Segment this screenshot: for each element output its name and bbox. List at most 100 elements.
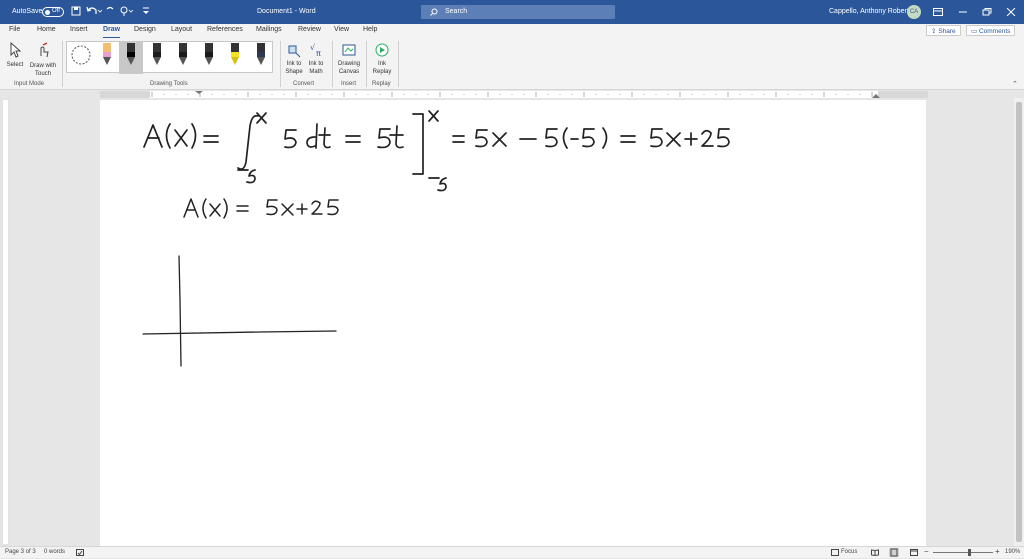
tab-insert[interactable]: Insert bbox=[70, 26, 88, 33]
tab-review[interactable]: Review bbox=[298, 26, 321, 33]
ribbon-divider bbox=[62, 41, 63, 87]
tab-file[interactable]: File bbox=[9, 26, 20, 33]
pen-gallery bbox=[66, 41, 273, 74]
vertical-ruler bbox=[3, 100, 8, 544]
restore-icon[interactable] bbox=[980, 5, 994, 19]
user-name[interactable]: Cappello, Anthony Robert bbox=[829, 8, 909, 15]
pen-gallery-svg bbox=[71, 42, 265, 74]
select-button[interactable]: Select bbox=[4, 42, 26, 68]
autosave-state: Off bbox=[52, 8, 60, 14]
document-page[interactable] bbox=[100, 100, 926, 546]
tab-home[interactable]: Home bbox=[37, 26, 56, 33]
tab-layout[interactable]: Layout bbox=[171, 26, 192, 33]
web-layout-icon[interactable] bbox=[910, 549, 918, 558]
focus-mode[interactable]: Focus bbox=[841, 549, 857, 555]
ink-shape-label-2: Shape bbox=[285, 69, 303, 75]
zoom-level[interactable]: 190% bbox=[1005, 549, 1020, 555]
ribbon-divider bbox=[280, 41, 281, 87]
ink-replay-button[interactable]: Ink Replay bbox=[369, 42, 395, 76]
save-icon[interactable] bbox=[71, 6, 81, 18]
page-count[interactable]: Page 3 of 3 bbox=[5, 549, 36, 555]
comments-label: Comments bbox=[978, 28, 1011, 35]
ribbon-tabs: File Home Insert Draw Design Layout Refe… bbox=[0, 24, 1024, 39]
zoom-slider[interactable] bbox=[933, 552, 993, 553]
minimize-icon[interactable] bbox=[956, 5, 970, 19]
customize-qat-icon[interactable] bbox=[143, 7, 149, 17]
lasso-select-icon[interactable] bbox=[71, 45, 91, 65]
select-label: Select bbox=[6, 62, 24, 68]
zoom-in-icon[interactable]: + bbox=[995, 547, 1000, 556]
status-bar: Page 3 of 3 0 words Focus − + 190% bbox=[0, 546, 1024, 558]
ink-to-math-button[interactable]: √ π Ink to Math bbox=[305, 42, 327, 76]
avatar[interactable]: CA bbox=[907, 5, 921, 19]
replay-group-label: Replay bbox=[372, 81, 391, 87]
search-placeholder: Search bbox=[445, 8, 468, 15]
right-indent-marker-icon[interactable] bbox=[872, 94, 880, 98]
drawing-canvas-button[interactable]: Drawing Canvas bbox=[335, 42, 363, 76]
touch-mode-icon[interactable] bbox=[119, 6, 135, 18]
word-count[interactable]: 0 words bbox=[44, 549, 65, 555]
ink-shape-label-1: Ink to bbox=[286, 61, 302, 67]
zoom-slider-thumb[interactable] bbox=[968, 549, 971, 556]
scrollbar-thumb[interactable] bbox=[1016, 102, 1022, 542]
ruler-ticks bbox=[151, 91, 880, 98]
read-mode-icon[interactable] bbox=[871, 549, 879, 558]
indent-marker-icon[interactable] bbox=[195, 91, 203, 94]
close-icon[interactable] bbox=[1004, 5, 1018, 19]
focus-icon[interactable] bbox=[831, 549, 839, 558]
canvas-label-1: Drawing bbox=[337, 61, 360, 67]
draw-with-touch-button[interactable]: Draw with Touch bbox=[27, 42, 59, 78]
pen-dark-2-icon[interactable] bbox=[179, 43, 187, 65]
redo-icon[interactable] bbox=[106, 6, 114, 18]
title-bar: AutoSave Off Document1 - Word Search Cap… bbox=[0, 0, 1024, 24]
ribbon-display-icon[interactable] bbox=[931, 5, 945, 19]
proofing-icon[interactable] bbox=[76, 549, 84, 558]
print-layout-icon[interactable] bbox=[889, 548, 899, 559]
search-icon bbox=[430, 8, 438, 18]
ink-equation-line-2 bbox=[183, 198, 339, 219]
tab-view[interactable]: View bbox=[334, 26, 349, 33]
pen-dark-1-icon[interactable] bbox=[153, 43, 161, 65]
replay-label-2: Replay bbox=[372, 69, 392, 75]
draw-touch-label-1: Draw with bbox=[29, 63, 57, 69]
convert-group-label: Convert bbox=[293, 81, 315, 87]
ribbon-divider bbox=[398, 41, 399, 87]
play-icon bbox=[375, 43, 389, 57]
comments-button[interactable]: ▭ Comments bbox=[966, 25, 1016, 36]
ink-to-shape-button[interactable]: Ink to Shape bbox=[283, 42, 305, 76]
tab-help[interactable]: Help bbox=[363, 26, 377, 33]
share-button[interactable]: ⇪ Share bbox=[926, 25, 961, 36]
highlighter-yellow-icon[interactable] bbox=[231, 43, 239, 65]
drawing-canvas-icon bbox=[342, 44, 356, 56]
touch-draw-icon bbox=[40, 42, 49, 58]
pen-black-selected-icon[interactable] bbox=[119, 42, 143, 74]
collapse-ribbon-icon[interactable]: ⌃ bbox=[1012, 80, 1018, 88]
ribbon-divider bbox=[332, 41, 333, 87]
pen-dark-3-icon[interactable] bbox=[205, 43, 213, 65]
pen-galaxy-icon[interactable] bbox=[257, 43, 265, 65]
document-title: Document1 - Word bbox=[257, 8, 316, 15]
toggle-knob bbox=[45, 10, 50, 15]
ink-to-shape-icon bbox=[288, 45, 301, 58]
search-box[interactable]: Search bbox=[421, 5, 615, 19]
ink-drawing bbox=[142, 110, 730, 367]
tab-design[interactable]: Design bbox=[134, 26, 156, 33]
tab-draw[interactable]: Draw bbox=[103, 26, 121, 39]
svg-text:π: π bbox=[316, 49, 321, 58]
share-label: Share bbox=[938, 28, 956, 35]
ink-math-label-1: Ink to bbox=[308, 61, 324, 67]
ink-to-math-icon: √π bbox=[310, 43, 321, 58]
replay-label-1: Ink bbox=[377, 61, 386, 67]
tab-references[interactable]: References bbox=[207, 26, 243, 33]
insert-group-label: Insert bbox=[341, 81, 357, 87]
tab-mailings[interactable]: Mailings bbox=[256, 26, 282, 33]
pen-pink-icon[interactable] bbox=[103, 43, 111, 65]
vertical-scrollbar[interactable] bbox=[1014, 98, 1024, 546]
autosave-toggle[interactable]: Off bbox=[42, 7, 64, 17]
ink-equation-line-1 bbox=[143, 110, 730, 192]
canvas-label-2: Canvas bbox=[338, 69, 360, 75]
zoom-out-icon[interactable]: − bbox=[924, 547, 929, 556]
draw-touch-label-2: Touch bbox=[34, 71, 51, 77]
undo-icon[interactable] bbox=[86, 6, 103, 18]
horizontal-ruler bbox=[100, 91, 928, 98]
